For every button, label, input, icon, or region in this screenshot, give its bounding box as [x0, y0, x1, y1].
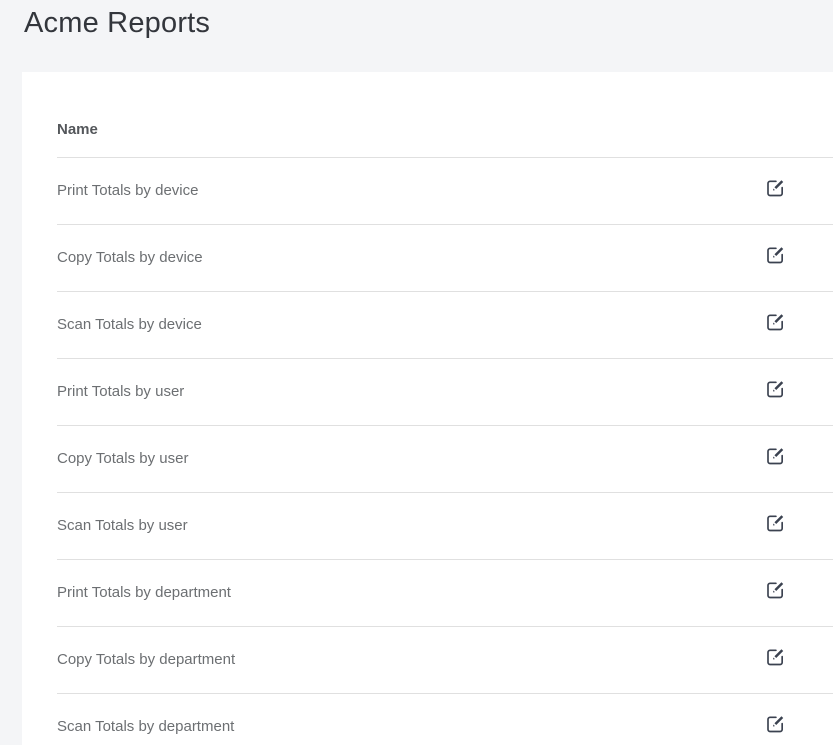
header-row: Name [57, 72, 833, 158]
reports-card: Name Print Totals by device [22, 72, 833, 745]
edit-report-button[interactable] [765, 513, 786, 533]
report-name: Copy Totals by user [57, 426, 703, 493]
edit-icon [765, 245, 786, 265]
report-name: Scan Totals by user [57, 493, 703, 560]
table-row: Copy Totals by user [57, 426, 833, 493]
report-name: Print Totals by user [57, 359, 703, 426]
table-row: Copy Totals by device [57, 225, 833, 292]
table-row: Print Totals by device [57, 158, 833, 225]
edit-icon [765, 714, 786, 734]
report-name: Print Totals by device [57, 158, 703, 225]
report-actions-cell [703, 292, 833, 359]
report-name: Copy Totals by department [57, 627, 703, 694]
edit-report-button[interactable] [765, 446, 786, 466]
table-row: Copy Totals by department [57, 627, 833, 694]
reports-table-body: Print Totals by device Copy Totals b [57, 158, 833, 745]
report-name: Scan Totals by department [57, 694, 703, 745]
report-actions-cell [703, 359, 833, 426]
table-row: Scan Totals by user [57, 493, 833, 560]
reports-table-header: Name [57, 72, 833, 158]
edit-icon [765, 312, 786, 332]
edit-report-button[interactable] [765, 178, 786, 198]
report-actions-cell [703, 158, 833, 225]
table-row: Scan Totals by department [57, 694, 833, 745]
edit-report-button[interactable] [765, 647, 786, 667]
edit-report-button[interactable] [765, 245, 786, 265]
report-name: Scan Totals by device [57, 292, 703, 359]
edit-icon [765, 446, 786, 466]
edit-icon [765, 647, 786, 667]
table-row: Print Totals by user [57, 359, 833, 426]
report-name: Copy Totals by device [57, 225, 703, 292]
edit-report-button[interactable] [765, 714, 786, 734]
edit-report-button[interactable] [765, 312, 786, 332]
table-row: Scan Totals by device [57, 292, 833, 359]
report-actions-cell [703, 426, 833, 493]
report-actions-cell [703, 694, 833, 745]
column-header-name: Name [57, 72, 703, 158]
edit-icon [765, 513, 786, 533]
column-header-actions [703, 72, 833, 158]
report-actions-cell [703, 225, 833, 292]
report-actions-cell [703, 627, 833, 694]
report-name: Print Totals by department [57, 560, 703, 627]
report-actions-cell [703, 493, 833, 560]
edit-icon [765, 178, 786, 198]
edit-icon [765, 580, 786, 600]
table-row: Print Totals by department [57, 560, 833, 627]
reports-table: Name Print Totals by device [57, 72, 833, 745]
edit-icon [765, 379, 786, 399]
page-title: Acme Reports [24, 6, 833, 40]
report-actions-cell [703, 560, 833, 627]
edit-report-button[interactable] [765, 379, 786, 399]
edit-report-button[interactable] [765, 580, 786, 600]
